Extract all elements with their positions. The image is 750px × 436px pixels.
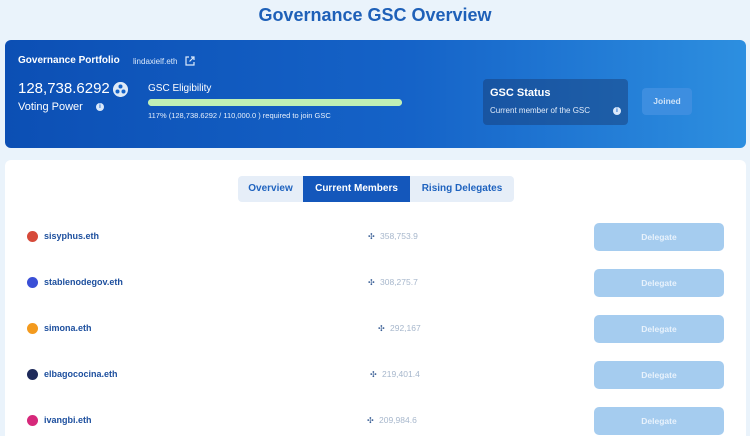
delegate-button[interactable]: Delegate [594,269,724,297]
member-ens[interactable]: ivangbi.eth [44,415,92,425]
portfolio-title: Governance Portfolio [18,55,120,66]
element-logo-icon: ✣ [378,324,385,333]
gsc-status-title: GSC Status [490,87,551,99]
tab-rising-delegates[interactable]: Rising Delegates [410,176,514,202]
avatar [27,231,38,242]
element-logo-icon [113,82,128,97]
gsc-eligibility-progress-fill [148,99,402,106]
delegate-button[interactable]: Delegate [594,407,724,435]
members-card: Overview Current Members Rising Delegate… [5,160,746,436]
member-ens[interactable]: sisyphus.eth [44,231,99,241]
delegate-button[interactable]: Delegate [594,315,724,343]
gsc-eligibility-progress-bar [148,99,402,106]
element-logo-icon: ✣ [367,416,374,425]
tab-current-members[interactable]: Current Members [303,176,410,202]
avatar [27,323,38,334]
element-logo-icon: ✣ [368,278,375,287]
member-row: ivangbi.eth ✣ 209,984.6 Delegate [5,407,746,435]
delegate-button[interactable]: Delegate [594,223,724,251]
member-ens[interactable]: elbagococina.eth [44,369,118,379]
tab-overview[interactable]: Overview [238,176,303,202]
element-logo-icon: ✣ [370,370,377,379]
gsc-eligibility-text: 117% (128,738.6292 / 110,000.0 ) require… [148,111,331,120]
voting-power-value: 128,738.6292 [18,80,110,97]
element-logo-icon: ✣ [368,232,375,241]
member-row: elbagococina.eth ✣ 219,401.4 Delegate [5,361,746,389]
tab-bar: Overview Current Members Rising Delegate… [238,176,514,202]
avatar [27,415,38,426]
member-voting-power: 209,984.6 [379,415,417,425]
external-link-icon[interactable] [185,56,195,66]
member-voting-power: 308,275.7 [380,277,418,287]
member-voting-power: 292,167 [390,323,421,333]
voting-power-label: Voting Power [18,101,83,113]
delegate-button[interactable]: Delegate [594,361,724,389]
gsc-eligibility-label: GSC Eligibility [148,83,212,94]
page-title: Governance GSC Overview [258,5,492,25]
member-voting-power: 358,753.9 [380,231,418,241]
avatar [27,277,38,288]
joined-button[interactable]: Joined [642,88,692,115]
info-icon[interactable]: i [96,103,104,111]
ens-name[interactable]: lindaxielf.eth [133,57,177,66]
member-row: simona.eth ✣ 292,167 Delegate [5,315,746,343]
avatar [27,369,38,380]
member-ens[interactable]: simona.eth [44,323,92,333]
governance-portfolio-card: Governance Portfolio lindaxielf.eth 128,… [5,40,746,148]
member-row: sisyphus.eth ✣ 358,753.9 Delegate [5,223,746,251]
member-row: stablenodegov.eth ✣ 308,275.7 Delegate [5,269,746,297]
member-voting-power: 219,401.4 [382,369,420,379]
info-icon[interactable]: i [613,107,621,115]
gsc-status-box: GSC Status Current member of the GSC i [483,79,628,125]
member-ens[interactable]: stablenodegov.eth [44,277,123,287]
gsc-status-text: Current member of the GSC [490,106,591,115]
